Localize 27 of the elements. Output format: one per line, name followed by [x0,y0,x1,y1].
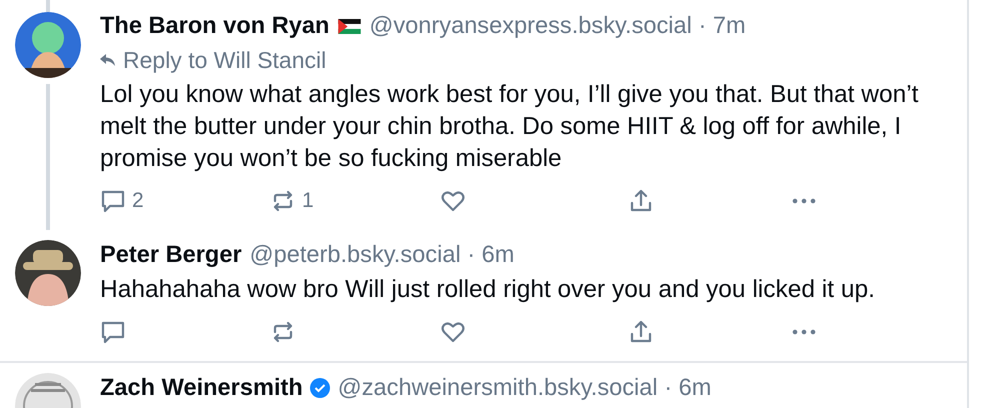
share-icon [628,188,654,214]
flag-icon [338,18,362,34]
speech-bubble-icon [100,319,126,345]
handle-and-time: @zachweinersmith.bsky.social · 6m [338,374,712,403]
avatar[interactable] [15,12,81,78]
reply-button[interactable] [100,319,126,345]
verified-badge-icon [310,378,330,398]
display-name[interactable]: The Baron von Ryan [100,11,330,41]
display-name[interactable]: Zach Weinersmith [100,373,303,403]
share-button[interactable] [628,188,654,214]
speech-bubble-icon [100,188,126,214]
more-icon [791,328,817,336]
repost-button[interactable]: 1 [270,188,314,214]
reply-arrow-icon [100,54,115,66]
reply-to-link[interactable]: Reply to Will Stancil [123,45,326,75]
more-button[interactable] [791,328,817,336]
more-button[interactable] [791,197,817,205]
handle-and-time: @peterb.bsky.social · 6m [250,241,514,270]
handle-and-time: @vonryansexpress.bsky.social · 7m [369,12,746,41]
share-icon [628,319,654,345]
more-icon [791,197,817,205]
post-text: Hahahahaha wow bro Will just rolled right over you and you licked it up. [100,275,876,305]
share-button[interactable] [628,319,654,345]
reply-button[interactable]: 2 [100,188,144,214]
post-text: Lol you know what angles work best for you, I’ll give you that. But that won’t melt the butter under your chin brotha. Do some HIIT & log off for awhile, I promise you won’t be so fucking miserable [100,80,920,174]
avatar[interactable] [15,240,81,306]
display-name[interactable]: Peter Berger [100,240,242,270]
